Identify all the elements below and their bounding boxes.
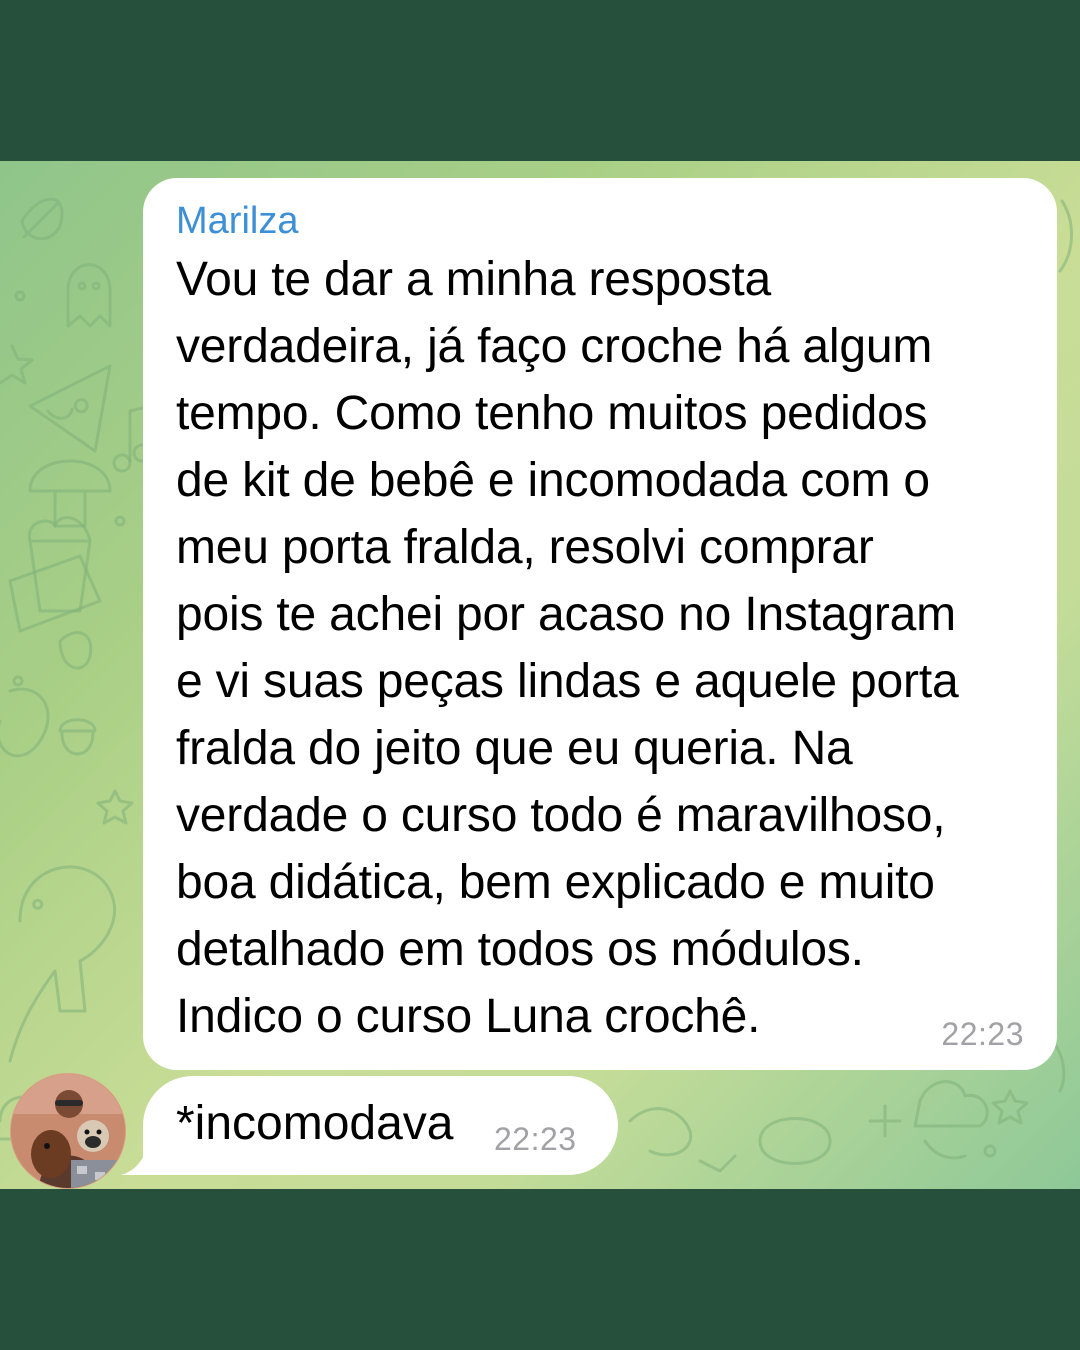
chat-area: Marilza Vou te dar a minha resposta verd…: [0, 161, 1080, 1189]
sender-avatar[interactable]: [10, 1073, 126, 1189]
message-text: Vou te dar a minha resposta verdadeira, …: [176, 253, 959, 1043]
avatar-photo-icon: [11, 1074, 125, 1188]
message-timestamp: 22:23: [941, 1016, 1024, 1052]
message-timestamp: 22:23: [494, 1121, 577, 1157]
sender-name[interactable]: Marilza: [176, 198, 1025, 246]
bubble-tail-icon: [121, 1135, 151, 1175]
message-bubble-correction[interactable]: *incomodava 22:23: [121, 1076, 618, 1175]
message-bubble[interactable]: Marilza Vou te dar a minha resposta verd…: [143, 178, 1057, 1070]
